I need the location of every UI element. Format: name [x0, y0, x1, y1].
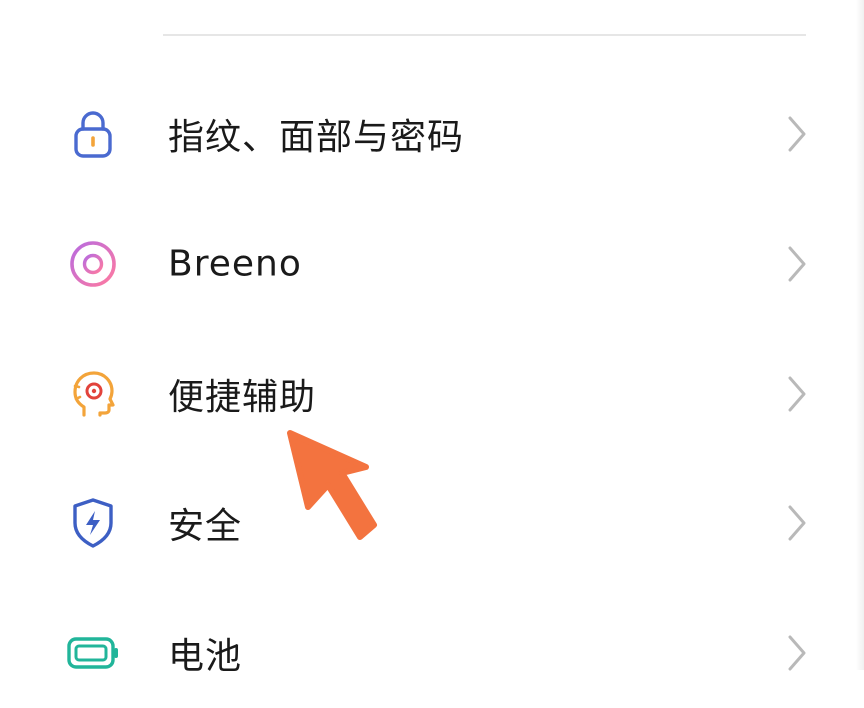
- lock-icon: [66, 107, 120, 161]
- chevron-right-icon: [784, 633, 810, 673]
- settings-item-label: 便捷辅助: [168, 377, 317, 418]
- top-divider: [163, 34, 806, 36]
- battery-icon: [66, 626, 120, 680]
- annotation-arrow: [280, 425, 390, 545]
- shield-bolt-icon: [66, 496, 120, 550]
- chevron-right-icon: [784, 244, 810, 284]
- settings-item-label: Breeno: [168, 243, 302, 285]
- settings-item-fingerprint-face-password[interactable]: 指纹、面部与密码: [0, 79, 856, 189]
- settings-item-breeno[interactable]: Breeno: [0, 209, 856, 319]
- screen-edge-shadow: [856, 0, 864, 670]
- settings-item-security[interactable]: 安全: [0, 468, 856, 578]
- settings-item-convenience-assist[interactable]: 便捷辅助: [0, 339, 856, 449]
- chevron-right-icon: [784, 503, 810, 543]
- chevron-right-icon: [784, 374, 810, 414]
- chevron-right-icon: [784, 114, 810, 154]
- settings-item-label: 指纹、面部与密码: [168, 117, 465, 158]
- settings-item-label: 安全: [168, 506, 243, 547]
- head-assist-icon: [66, 367, 120, 421]
- settings-item-battery[interactable]: 电池: [0, 598, 856, 708]
- settings-item-label: 电池: [168, 636, 243, 677]
- breeno-ring-icon: [66, 237, 120, 291]
